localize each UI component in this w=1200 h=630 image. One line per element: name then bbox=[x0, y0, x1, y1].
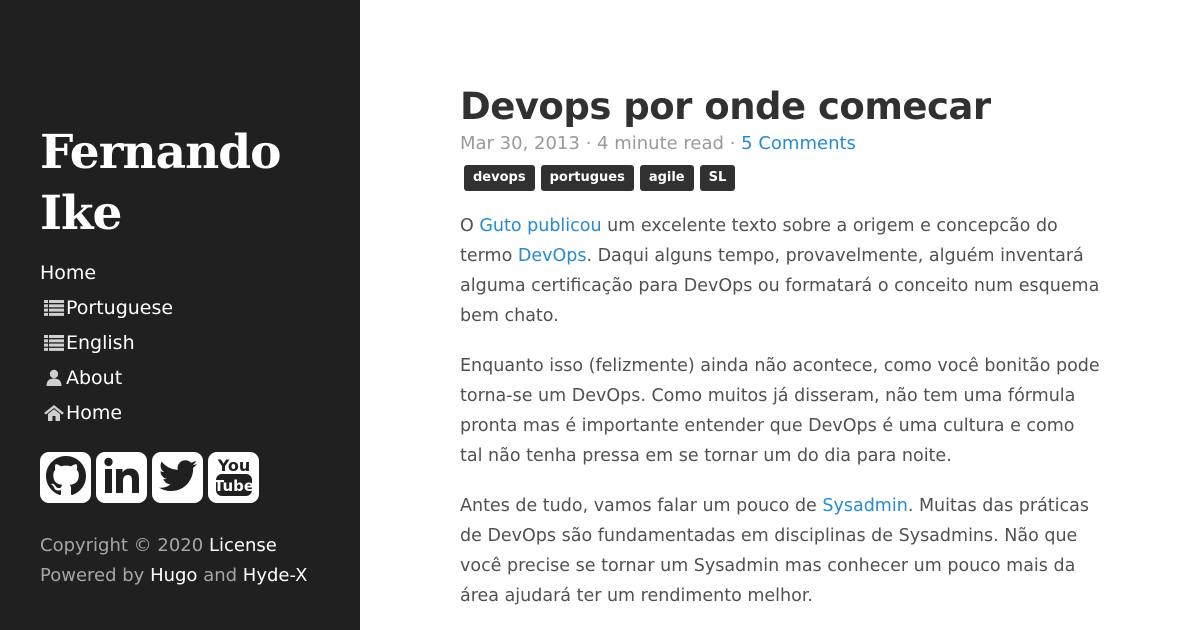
license-link[interactable]: License bbox=[209, 535, 277, 556]
paragraph-1: O Guto publicou um excelente texto sobre… bbox=[460, 211, 1100, 331]
nav-item-label: English bbox=[66, 331, 135, 354]
list-icon bbox=[43, 299, 65, 317]
github-icon bbox=[45, 455, 86, 500]
sidebar-nav: Home Portuguese English About Home bbox=[40, 255, 173, 430]
tag-portugues[interactable]: portugues bbox=[540, 165, 634, 191]
paragraph-2: Enquanto isso (felizmente) ainda não aco… bbox=[460, 356, 1100, 466]
powered-line: Powered by Hugo and Hyde-X bbox=[40, 561, 307, 591]
hydex-link[interactable]: Hyde-X bbox=[243, 565, 308, 586]
nav-item-label: About bbox=[66, 366, 123, 389]
site-title-line2: Ike bbox=[40, 186, 122, 241]
post-date: Mar 30, 2013 bbox=[460, 133, 580, 154]
github-link[interactable] bbox=[40, 452, 91, 503]
post: Devops por onde comecar Mar 30, 2013 · 4… bbox=[460, 84, 1100, 611]
post-title[interactable]: Devops por onde comecar bbox=[460, 84, 1100, 130]
list-icon bbox=[43, 334, 65, 352]
post-meta: Mar 30, 2013 · 4 minute read · 5 Comment… bbox=[460, 132, 1100, 156]
svg-text:You: You bbox=[216, 456, 250, 475]
comments-link[interactable]: 5 Comments bbox=[741, 133, 856, 154]
twitter-icon bbox=[158, 459, 197, 496]
text: Antes de tudo, vamos falar um pouco de bbox=[460, 496, 823, 516]
social-links: You Tube bbox=[40, 452, 259, 503]
sysadmin-link[interactable]: Sysadmin bbox=[822, 496, 907, 516]
svg-text:Tube: Tube bbox=[214, 477, 254, 495]
sidebar: Fernando Ike Home Portuguese English Abo… bbox=[0, 0, 360, 630]
site-title-line1: Fernando bbox=[40, 125, 281, 180]
twitter-link[interactable] bbox=[152, 452, 203, 503]
nav-item-home-2[interactable]: Home bbox=[40, 395, 173, 430]
nav-item-portuguese[interactable]: Portuguese bbox=[40, 290, 173, 325]
read-time: 4 minute read bbox=[597, 133, 724, 154]
nav-item-label: Portuguese bbox=[66, 296, 174, 319]
home-icon bbox=[43, 404, 65, 422]
text: O bbox=[460, 216, 480, 236]
youtube-link[interactable]: You Tube bbox=[208, 452, 259, 503]
copyright-line: Copyright © 2020 License bbox=[40, 531, 307, 561]
nav-item-label: Home bbox=[66, 401, 123, 424]
nav-item-english[interactable]: English bbox=[40, 325, 173, 360]
linkedin-link[interactable] bbox=[96, 452, 147, 503]
user-icon bbox=[43, 369, 65, 387]
and-text: and bbox=[203, 565, 238, 586]
tag-list: devops portugues agile SL bbox=[464, 165, 1100, 191]
nav-item-label: Home bbox=[40, 261, 97, 284]
devops-link[interactable]: DevOps bbox=[518, 246, 587, 266]
powered-by-text: Powered by bbox=[40, 565, 145, 586]
site-title[interactable]: Fernando Ike bbox=[40, 122, 340, 244]
tag-agile[interactable]: agile bbox=[639, 165, 694, 191]
linkedin-icon bbox=[102, 456, 142, 500]
guto-link[interactable]: Guto publicou bbox=[479, 216, 601, 236]
nav-item-about[interactable]: About bbox=[40, 360, 173, 395]
nav-item-home[interactable]: Home bbox=[40, 255, 173, 290]
copyright-text: Copyright © 2020 bbox=[40, 535, 204, 556]
hugo-link[interactable]: Hugo bbox=[150, 565, 197, 586]
youtube-icon: You Tube bbox=[213, 454, 254, 502]
meta-separator: · bbox=[729, 133, 736, 154]
sidebar-footer: Copyright © 2020 License Powered by Hugo… bbox=[40, 531, 307, 591]
tag-devops[interactable]: devops bbox=[464, 165, 535, 191]
tag-sl[interactable]: SL bbox=[699, 165, 736, 191]
meta-separator: · bbox=[585, 133, 592, 154]
paragraph-3: Antes de tudo, vamos falar um pouco de S… bbox=[460, 491, 1100, 611]
